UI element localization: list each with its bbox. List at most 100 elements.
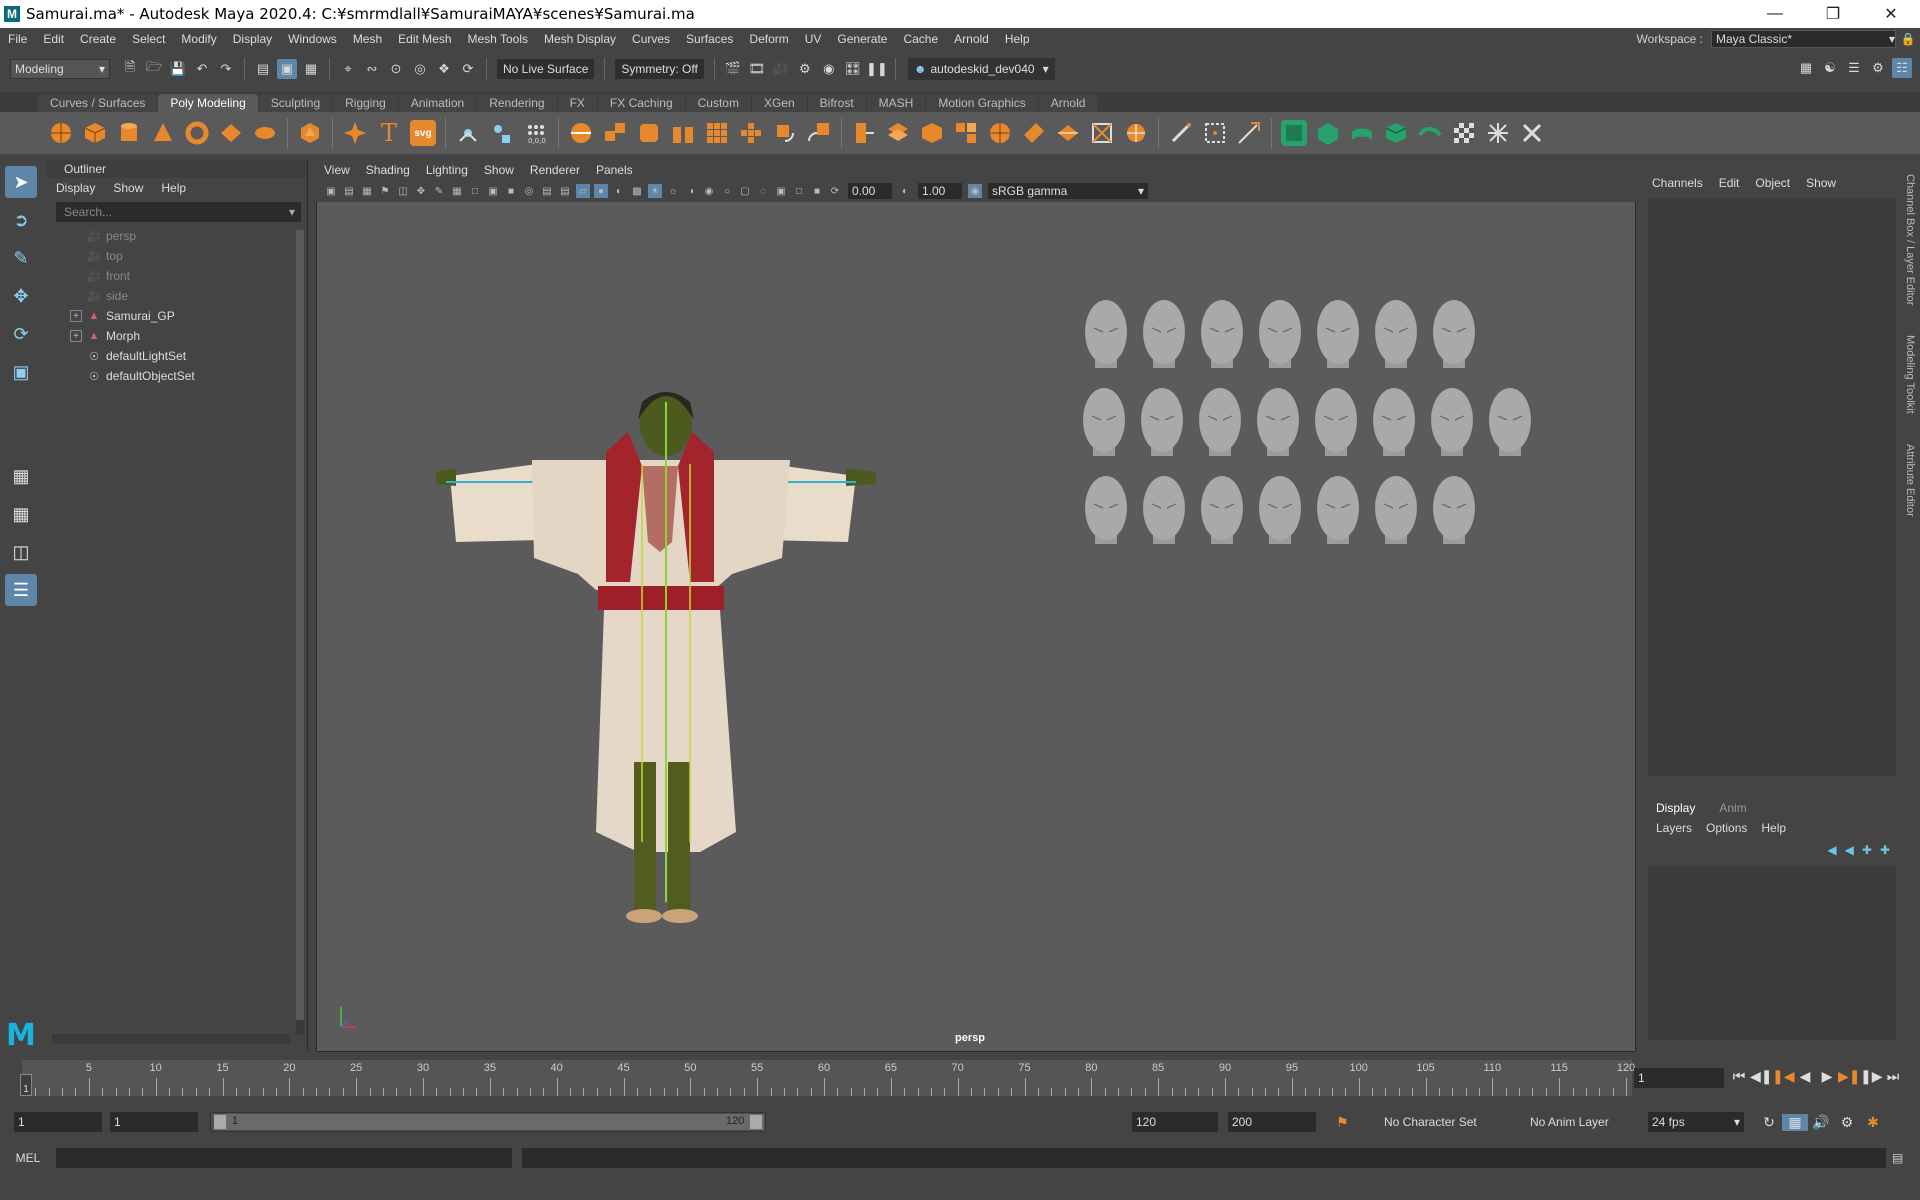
distribute-icon[interactable]: 0,0,0 xyxy=(523,120,549,146)
character-controls-icon[interactable]: ☯ xyxy=(1820,58,1840,78)
render-view-icon[interactable]: 🎬 xyxy=(723,59,743,79)
combine-icon[interactable] xyxy=(568,120,594,146)
snap-curve-icon[interactable]: ∾ xyxy=(362,59,382,79)
safe-action-icon[interactable]: ▤ xyxy=(540,184,554,198)
xray-components-icon[interactable]: ■ xyxy=(810,184,824,198)
go-to-start-icon[interactable]: ⏮ xyxy=(1728,1068,1750,1085)
grid-icon[interactable]: ▦ xyxy=(450,184,464,198)
animation-preferences-icon[interactable]: ⚙ xyxy=(1834,1114,1860,1131)
menu-file[interactable]: File xyxy=(0,32,35,46)
layer-list[interactable] xyxy=(1648,866,1896,1040)
menu-edit-mesh[interactable]: Edit Mesh xyxy=(390,32,459,46)
samurai-character[interactable] xyxy=(436,392,876,923)
morph-head[interactable] xyxy=(1141,388,1183,456)
tool-settings-icon[interactable]: ⚙ xyxy=(1868,58,1888,78)
extrude-icon[interactable] xyxy=(704,120,730,146)
multi-cut-icon[interactable] xyxy=(806,120,832,146)
channel-box-menu-object[interactable]: Object xyxy=(1755,176,1790,190)
playback-start-field[interactable]: 1 xyxy=(110,1112,198,1132)
snap-point-icon[interactable]: ⊙ xyxy=(386,59,406,79)
wireframe-on-shaded-icon[interactable]: ◐ xyxy=(612,184,626,198)
bookmarks-icon[interactable]: ⚑ xyxy=(378,184,392,198)
range-start-handle[interactable] xyxy=(214,1115,226,1129)
use-all-lights-icon[interactable]: ☀ xyxy=(648,184,662,198)
menu-mesh-tools[interactable]: Mesh Tools xyxy=(460,32,536,46)
paint-select-icon[interactable]: ✎ xyxy=(5,242,37,274)
safe-title-icon[interactable]: ▤ xyxy=(558,184,572,198)
menu-edit[interactable]: Edit xyxy=(35,32,72,46)
bridge-icon[interactable] xyxy=(738,120,764,146)
side-tab-attribute-editor[interactable]: Attribute Editor xyxy=(1904,444,1916,517)
script-editor-icon[interactable]: ▤ xyxy=(1892,1151,1912,1165)
svg-tool-icon[interactable]: svg xyxy=(410,120,436,146)
tab-anim[interactable]: Anim xyxy=(1719,801,1746,815)
depth-of-field-icon[interactable]: ▢ xyxy=(738,184,752,198)
menu-mesh-display[interactable]: Mesh Display xyxy=(536,32,624,46)
snap-together-icon[interactable]: ⟳ xyxy=(458,59,478,79)
viewport-menu-view[interactable]: View xyxy=(324,163,350,177)
step-back-frame-icon[interactable]: ◀❚ xyxy=(1750,1068,1773,1085)
rotate-tool-icon[interactable]: ⟳ xyxy=(5,318,37,350)
multisample-aa-icon[interactable]: ○ xyxy=(720,184,734,198)
select-camera-icon[interactable]: ▣ xyxy=(324,184,338,198)
layer-menu-help[interactable]: Help xyxy=(1761,821,1786,835)
viewport-menu-show[interactable]: Show xyxy=(484,163,514,177)
snap-grid-icon[interactable]: ⌖ xyxy=(338,59,358,79)
menu-mesh[interactable]: Mesh xyxy=(345,32,390,46)
planar-mapping-icon[interactable] xyxy=(1315,120,1341,146)
morph-head[interactable] xyxy=(1431,388,1473,456)
viewport-menu-panels[interactable]: Panels xyxy=(596,163,633,177)
align-tool-icon[interactable] xyxy=(489,120,515,146)
range-end-handle[interactable] xyxy=(750,1115,762,1129)
outliner-search-input[interactable]: Search... ▾ xyxy=(56,202,301,222)
shelf-tab-fx[interactable]: FX xyxy=(557,94,597,112)
view-transform-dropdown[interactable]: sRGB gamma ▾ xyxy=(988,183,1148,199)
morph-head[interactable] xyxy=(1375,300,1417,368)
shelf-tab-curves-surfaces[interactable]: Curves / Surfaces xyxy=(38,94,158,112)
undo-icon[interactable]: ↶ xyxy=(192,59,212,79)
viewport-menu-lighting[interactable]: Lighting xyxy=(426,163,468,177)
morph-head[interactable] xyxy=(1315,388,1357,456)
select-object-icon[interactable]: ▣ xyxy=(277,59,297,79)
wireframe-icon[interactable]: ▱ xyxy=(576,184,590,198)
cache-playback-icon[interactable]: ▦ xyxy=(1782,1113,1808,1131)
shelf-tab-sculpting[interactable]: Sculpting xyxy=(258,94,333,112)
close-icon[interactable]: ✕ xyxy=(1862,0,1920,28)
morph-head[interactable] xyxy=(1201,476,1243,544)
lasso-tool-icon[interactable]: ➲ xyxy=(5,204,37,236)
go-to-end-icon[interactable]: ⏭ xyxy=(1882,1068,1904,1085)
animation-end-field[interactable]: 200 xyxy=(1228,1112,1316,1132)
poly-plane-icon[interactable] xyxy=(218,120,244,146)
morph-head[interactable] xyxy=(1257,388,1299,456)
channel-box-menu-show[interactable]: Show xyxy=(1806,176,1836,190)
outliner-vertical-scrollbar[interactable] xyxy=(296,230,304,1035)
select-hierarchy-icon[interactable]: ▤ xyxy=(253,59,273,79)
outliner-item-side[interactable]: 🎥 side xyxy=(46,286,307,306)
poly-cone-icon[interactable] xyxy=(150,120,176,146)
new-layer-from-selected-icon[interactable]: ✚ xyxy=(1880,843,1890,857)
menu-create[interactable]: Create xyxy=(72,32,124,46)
arnold-render-icon[interactable]: 🎛 xyxy=(843,59,863,79)
morph-head[interactable] xyxy=(1143,476,1185,544)
mirror-icon[interactable] xyxy=(919,120,945,146)
new-layer-icon[interactable]: ✚ xyxy=(1862,843,1872,857)
snap-live-icon[interactable]: ❖ xyxy=(434,59,454,79)
menu-display[interactable]: Display xyxy=(225,32,280,46)
wedge-icon[interactable] xyxy=(987,120,1013,146)
cut-uv-icon[interactable] xyxy=(1417,120,1443,146)
playback-end-field[interactable]: 120 xyxy=(1132,1112,1218,1132)
outliner-menu-show[interactable]: Show xyxy=(113,181,143,195)
morph-head[interactable] xyxy=(1201,300,1243,368)
boolean-icon[interactable] xyxy=(885,120,911,146)
menu-modify[interactable]: Modify xyxy=(173,32,224,46)
cylindrical-mapping-icon[interactable] xyxy=(1349,120,1375,146)
shadows-icon[interactable]: ☼ xyxy=(666,184,680,198)
morph-head[interactable] xyxy=(1143,300,1185,368)
shelf-tab-arnold[interactable]: Arnold xyxy=(1038,94,1098,112)
new-scene-icon[interactable]: 🗎 xyxy=(120,59,140,79)
film-gate-icon[interactable]: □ xyxy=(468,184,482,198)
single-perspective-layout-icon[interactable]: ▦ xyxy=(5,460,37,492)
gamma-field[interactable]: 1.00 xyxy=(918,183,962,199)
smooth-icon[interactable] xyxy=(636,120,662,146)
layer-menu-layers[interactable]: Layers xyxy=(1656,821,1692,835)
